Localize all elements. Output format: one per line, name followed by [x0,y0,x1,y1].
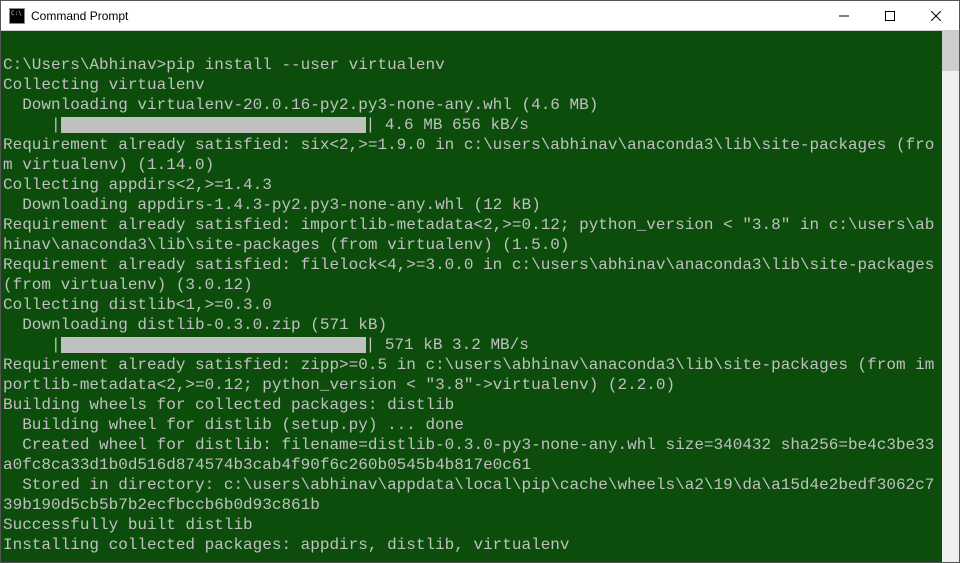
output-line: Collecting virtualenv [3,75,942,95]
progress-bar [61,337,366,353]
output-line: Requirement already satisfied: six<2,>=1… [3,135,942,175]
maximize-button[interactable] [867,1,913,30]
output-line: Collecting appdirs<2,>=1.4.3 [3,175,942,195]
close-icon [931,11,941,21]
output-line: Collecting distlib<1,>=0.3.0 [3,295,942,315]
window-controls [821,1,959,30]
scrollbar-thumb[interactable] [942,31,959,71]
app-icon [9,8,25,24]
output-line: Downloading virtualenv-20.0.16-py2.py3-n… [3,95,942,115]
minimize-button[interactable] [821,1,867,30]
output-line: Downloading distlib-0.3.0.zip (571 kB) [3,315,942,335]
progress-line: | | 571 kB 3.2 MB/s [3,335,942,355]
titlebar[interactable]: Command Prompt [1,1,959,31]
output-line: Successfully built distlib [3,515,942,535]
output-line: Requirement already satisfied: importlib… [3,215,942,255]
vertical-scrollbar[interactable] [942,31,959,562]
maximize-icon [885,11,895,21]
command-prompt-window: Command Prompt C:\Users\Abhinav>pip inst… [0,0,960,563]
output-line: Building wheel for distlib (setup.py) ..… [3,415,942,435]
command-text: pip install --user virtualenv [166,56,444,74]
window-title: Command Prompt [31,9,128,23]
output-line: Building wheels for collected packages: … [3,395,942,415]
progress-bar [61,117,366,133]
progress-suffix: | 571 kB 3.2 MB/s [366,336,529,354]
blank-line [3,35,942,55]
minimize-icon [839,11,849,21]
terminal-output[interactable]: C:\Users\Abhinav>pip install --user virt… [1,31,942,562]
output-line: Requirement already satisfied: filelock<… [3,255,942,295]
content-area: C:\Users\Abhinav>pip install --user virt… [1,31,959,562]
output-line: Installing collected packages: appdirs, … [3,535,942,555]
output-line: Requirement already satisfied: zipp>=0.5… [3,355,942,395]
output-line: Downloading appdirs-1.4.3-py2.py3-none-a… [3,195,942,215]
output-line: Created wheel for distlib: filename=dist… [3,435,942,475]
output-line: Stored in directory: c:\users\abhinav\ap… [3,475,942,515]
progress-prefix: | [3,116,61,134]
prompt: C:\Users\Abhinav> [3,56,166,74]
progress-suffix: | 4.6 MB 656 kB/s [366,116,529,134]
progress-prefix: | [3,336,61,354]
progress-line: | | 4.6 MB 656 kB/s [3,115,942,135]
prompt-line: C:\Users\Abhinav>pip install --user virt… [3,55,942,75]
close-button[interactable] [913,1,959,30]
